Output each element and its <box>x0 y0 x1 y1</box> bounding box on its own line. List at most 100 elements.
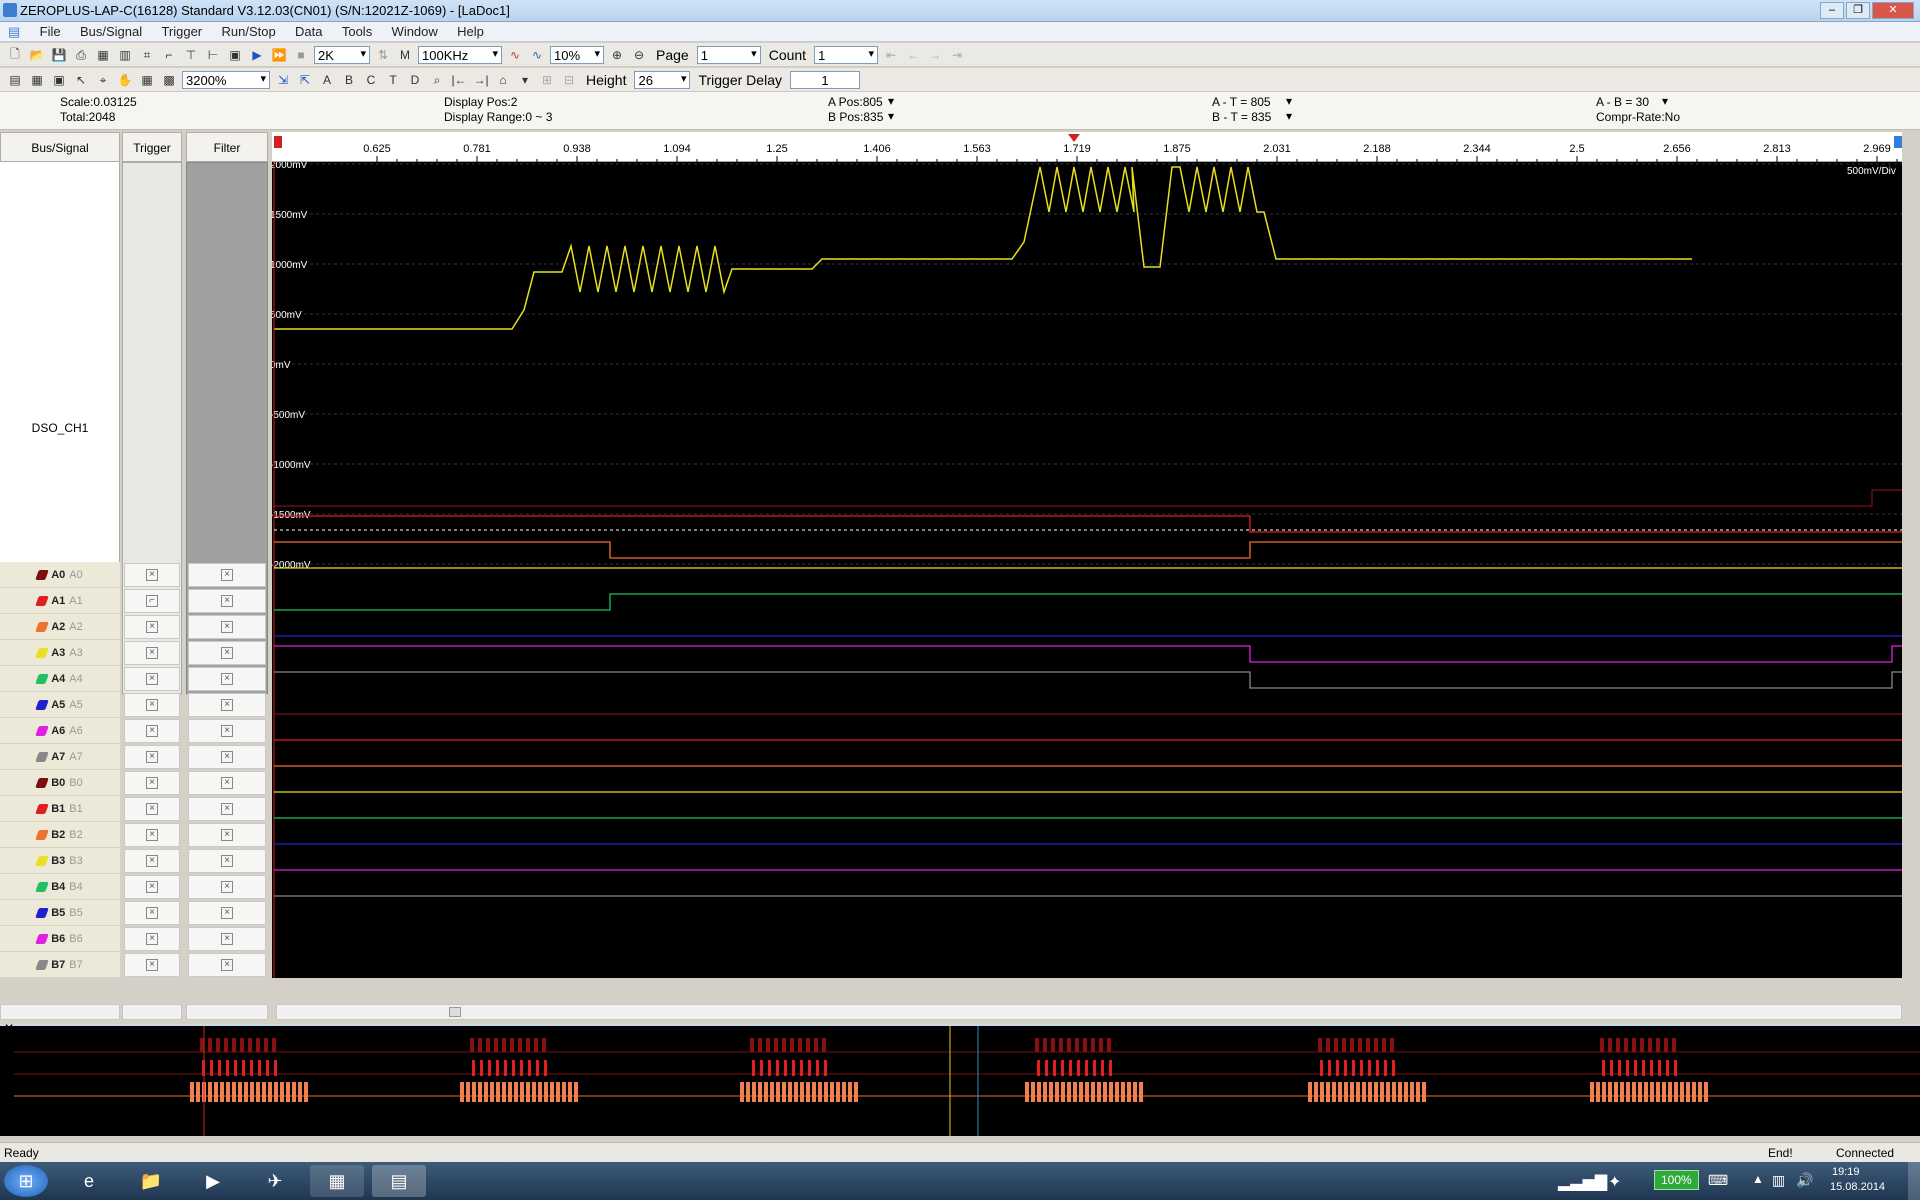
doc-icon[interactable]: ▤ <box>0 22 28 42</box>
channel-row-a7[interactable]: A7 A7 × × <box>0 744 272 770</box>
trigger-cell[interactable]: × <box>124 667 180 691</box>
volume-icon[interactable]: 🔊 <box>1796 1172 1813 1189</box>
sample-rate-select[interactable]: 100KHz <box>418 46 502 64</box>
channel-row-b7[interactable]: B7 B7 × × <box>0 952 272 978</box>
bus-signal-header[interactable]: Bus/Signal <box>0 132 120 162</box>
channel-name-cell[interactable]: A1 A1 <box>0 588 120 614</box>
menu-file[interactable]: File <box>32 22 69 41</box>
filter-cell[interactable]: × <box>188 797 266 821</box>
stop-icon[interactable]: ■ <box>292 46 310 64</box>
start-button[interactable]: ⊞ <box>4 1165 48 1197</box>
search-prev-icon[interactable]: |← <box>450 71 468 89</box>
channel-row-b0[interactable]: B0 B0 × × <box>0 770 272 796</box>
run-repeat-icon[interactable]: ⏩ <box>270 46 288 64</box>
clock-date[interactable]: 15.08.2014 <box>1830 1181 1885 1193</box>
menu-data[interactable]: Data <box>287 22 330 41</box>
trigger-none-icon[interactable]: × <box>146 751 158 763</box>
app-icon-4[interactable]: ✈ <box>248 1165 302 1197</box>
filter-cell[interactable]: × <box>188 719 266 743</box>
bus-property-icon[interactable]: ▦ <box>94 46 112 64</box>
filter-cell[interactable]: × <box>188 641 266 665</box>
signal-hscroll[interactable] <box>0 1004 120 1020</box>
filter-none-icon[interactable]: × <box>221 829 233 841</box>
filter-cell[interactable]: × <box>188 563 266 587</box>
trigger-none-icon[interactable]: × <box>146 621 158 633</box>
cursor-d-icon[interactable]: D <box>406 71 424 89</box>
a-pos-dropdown-icon[interactable]: ▾ <box>888 94 894 108</box>
zoom-fit-icon[interactable]: ⇲ <box>274 71 292 89</box>
trigger-edge-icon[interactable]: ⌐ <box>146 595 158 607</box>
b-pos-dropdown-icon[interactable]: ▾ <box>888 109 894 123</box>
zoom-out-icon[interactable]: ⊖ <box>630 46 648 64</box>
trigger-hscroll[interactable] <box>122 1004 182 1020</box>
media-player-icon[interactable]: ▶ <box>186 1165 240 1197</box>
channel-row-a3[interactable]: A3 A3 × × <box>0 640 272 666</box>
a-b-dropdown-icon[interactable]: ▾ <box>1662 94 1668 108</box>
filter-cell[interactable]: × <box>188 823 266 847</box>
channel-row-b5[interactable]: B5 B5 × × <box>0 900 272 926</box>
save-icon[interactable]: 💾 <box>50 46 68 64</box>
channel-row-b2[interactable]: B2 B2 × × <box>0 822 272 848</box>
explorer-icon[interactable]: 📁 <box>124 1165 178 1197</box>
binoculars-icon[interactable]: ⌕ <box>428 71 446 89</box>
clock-time[interactable]: 19:19 <box>1832 1166 1860 1178</box>
network-icon[interactable]: ▥ <box>1772 1172 1785 1189</box>
channel-name-cell[interactable]: B3 B3 <box>0 848 120 874</box>
trigger-cell[interactable]: ⌐ <box>124 589 180 613</box>
new-file-icon[interactable]: 🗋 <box>6 46 24 64</box>
trigger-none-icon[interactable]: × <box>146 907 158 919</box>
channel-row-b6[interactable]: B6 B6 × × <box>0 926 272 952</box>
filter-cell[interactable]: × <box>188 667 266 691</box>
clock-edge-icon[interactable]: ∿ <box>528 46 546 64</box>
trigger-cell[interactable]: × <box>124 953 180 977</box>
filter-cell[interactable]: × <box>188 589 266 613</box>
height-select[interactable]: 26 <box>634 71 691 89</box>
channel-name-cell[interactable]: B7 B7 <box>0 952 120 978</box>
count-select[interactable]: 1 <box>814 46 879 64</box>
filter-cell[interactable]: × <box>188 953 266 977</box>
time-ruler[interactable]: 0.625 0.781 0.938 1.094 1.25 1.406 1.563 1.719 1… <box>272 132 1918 162</box>
waveform-scroll-thumb[interactable] <box>449 1007 461 1017</box>
channel-name-cell[interactable]: A2 A2 <box>0 614 120 640</box>
trigger-none-icon[interactable]: × <box>146 699 158 711</box>
cursor-a-icon[interactable]: A <box>318 71 336 89</box>
waveform-canvas[interactable]: 2000mV1500mV1000mV500mV0mV-500mV-1000mV-… <box>270 132 1902 978</box>
open-folder-icon[interactable]: 📂 <box>28 46 46 64</box>
trigger-none-icon[interactable]: × <box>146 959 158 971</box>
restore-button[interactable]: ❐ <box>1846 2 1870 19</box>
trigger-cell[interactable]: × <box>124 849 180 873</box>
b-t-dropdown-icon[interactable]: ▾ <box>1286 109 1292 123</box>
channel-name-cell[interactable]: B1 B1 <box>0 796 120 822</box>
channel-row-a6[interactable]: A6 A6 × × <box>0 718 272 744</box>
home-icon[interactable]: ⌂ <box>494 71 512 89</box>
zoom-in-icon[interactable]: ⊕ <box>608 46 626 64</box>
menu-help[interactable]: Help <box>449 22 492 41</box>
filter-hscroll[interactable] <box>186 1004 268 1020</box>
channel-row-b3[interactable]: B3 B3 × × <box>0 848 272 874</box>
zoom-select[interactable]: 3200% <box>182 71 270 89</box>
filter-cell[interactable]: × <box>188 901 266 925</box>
calendar-icon[interactable]: ▦ <box>138 71 156 89</box>
channel-row-a4[interactable]: A4 A4 × × <box>0 666 272 692</box>
channel-row-a0[interactable]: A0 A0 × × <box>0 562 272 588</box>
cursor-c-icon[interactable]: C <box>362 71 380 89</box>
print-icon[interactable]: ⎙ <box>72 46 90 64</box>
menu-window[interactable]: Window <box>384 22 446 41</box>
filter-header[interactable]: Filter <box>186 132 268 162</box>
close-button[interactable]: ✕ <box>1872 2 1914 19</box>
split-view-icon[interactable]: ⊞ <box>538 71 556 89</box>
filter-none-icon[interactable]: × <box>221 933 233 945</box>
trigger-cell[interactable]: × <box>124 875 180 899</box>
channel-name-cell[interactable]: A0 A0 <box>0 562 120 588</box>
minimize-button[interactable]: – <box>1820 2 1844 19</box>
trigger-none-icon[interactable]: × <box>146 855 158 867</box>
channel-name-cell[interactable]: A7 A7 <box>0 744 120 770</box>
page-select[interactable]: 1 <box>696 46 761 64</box>
dropdown-arrow-icon[interactable]: ▾ <box>516 71 534 89</box>
tray-expand-icon[interactable]: ▲ <box>1752 1172 1764 1186</box>
menu-bus-signal[interactable]: Bus/Signal <box>72 22 150 41</box>
channel-setting-icon[interactable]: ▥ <box>116 46 134 64</box>
trigger-none-icon[interactable]: × <box>146 647 158 659</box>
channel-name-cell[interactable]: B2 B2 <box>0 822 120 848</box>
wifi-icon[interactable]: ✦ <box>1608 1172 1621 1192</box>
